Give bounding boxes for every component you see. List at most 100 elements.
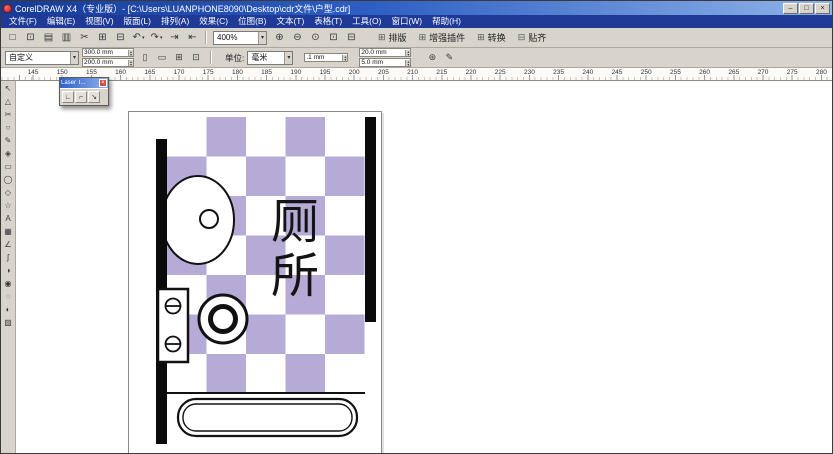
- save-icon[interactable]: ▤: [40, 30, 57, 46]
- chevron-down-icon[interactable]: ▾: [284, 52, 292, 64]
- chevron-down-icon[interactable]: ▾: [160, 35, 163, 41]
- room-label-char[interactable]: 厕: [271, 196, 319, 249]
- plugin-enhance-button[interactable]: ⊞增强插件: [414, 29, 471, 46]
- draw-settings-button[interactable]: ✎: [441, 50, 457, 66]
- select-tool-icon[interactable]: ↘: [88, 91, 100, 103]
- dimension-tool[interactable]: ∠: [2, 238, 15, 251]
- table-tool[interactable]: ▦: [2, 225, 15, 238]
- nudge-offset-field[interactable]: .1 mm ▴▾: [304, 53, 348, 62]
- landscape-button[interactable]: ▭: [154, 50, 170, 66]
- floating-toolbar[interactable]: Laser T... × ∟⌐↘: [59, 77, 109, 106]
- duplicate-y-field[interactable]: 5.0 mm ▴▾: [359, 58, 411, 67]
- duplicate-y-value: 5.0 mm: [361, 59, 383, 66]
- eyedropper-tool[interactable]: ◉: [2, 277, 15, 290]
- plugin-convert-button[interactable]: ⊞转换: [472, 29, 511, 46]
- polygon-tool[interactable]: ◇: [2, 186, 15, 199]
- menu-item[interactable]: 表格(T): [309, 15, 347, 28]
- shape-tool[interactable]: △: [2, 95, 15, 108]
- menu-item[interactable]: 位图(B): [233, 15, 271, 28]
- menu-item[interactable]: 窗口(W): [386, 15, 427, 28]
- current-page-button[interactable]: ⊡: [188, 50, 204, 66]
- toilet-valve-bottom[interactable]: [166, 337, 181, 352]
- basic-shapes-tool[interactable]: ☆: [2, 199, 15, 212]
- ellipse-tool[interactable]: ◯: [2, 173, 15, 186]
- cut-icon[interactable]: ✂: [76, 30, 93, 46]
- menu-item[interactable]: 编辑(E): [42, 15, 80, 28]
- all-pages-button[interactable]: ⊞: [171, 50, 187, 66]
- ruler-tick-label: 165: [144, 69, 155, 76]
- canvas-area[interactable]: 厕 所: [16, 81, 832, 454]
- zoom-out-icon[interactable]: ⊖: [289, 30, 306, 46]
- palette-close-button[interactable]: ×: [99, 79, 107, 87]
- propbar-extra-buttons: ⊛✎: [424, 50, 457, 66]
- menu-item[interactable]: 效果(C): [194, 15, 233, 28]
- plugin-snap-button[interactable]: ⊟贴齐: [513, 29, 552, 46]
- rectangle-tool[interactable]: ▭: [2, 160, 15, 173]
- duplicate-x-field[interactable]: 20.0 mm ▴▾: [359, 48, 411, 57]
- options-button[interactable]: ⊛: [424, 50, 440, 66]
- export-icon[interactable]: ⇤: [184, 30, 201, 46]
- import-icon[interactable]: ⇥: [166, 30, 183, 46]
- chevron-down-icon[interactable]: ▾: [258, 32, 266, 44]
- ruler-tick-label: 240: [582, 69, 593, 76]
- menu-item[interactable]: 工具(O): [347, 15, 386, 28]
- spinner[interactable]: ▴▾: [342, 55, 347, 61]
- crop-tool[interactable]: ✂: [2, 108, 15, 121]
- outline-tool[interactable]: ◌: [2, 290, 15, 303]
- spinner[interactable]: ▴▾: [405, 60, 410, 66]
- connector-tool[interactable]: ʃ: [2, 251, 15, 264]
- new-document-icon[interactable]: □: [4, 30, 21, 46]
- zoom-selected-icon[interactable]: ⊙: [307, 30, 324, 46]
- corner-tool-icon[interactable]: ∟: [62, 91, 74, 103]
- freehand-tool[interactable]: ✎: [2, 134, 15, 147]
- page-preset-combo[interactable]: 自定义 ▾: [5, 51, 79, 65]
- print-icon[interactable]: ▥: [58, 30, 75, 46]
- page-width-field[interactable]: 300.0 mm ▴▾: [82, 48, 134, 57]
- undo-icon[interactable]: ↶▾: [130, 30, 147, 46]
- redo-icon[interactable]: ↷▾: [148, 30, 165, 46]
- zoom-level-combo[interactable]: 400% ▾: [213, 31, 267, 45]
- portrait-button[interactable]: ▯: [137, 50, 153, 66]
- drawing-page[interactable]: 厕 所: [128, 111, 382, 454]
- sink-shape[interactable]: [162, 176, 234, 264]
- menu-item[interactable]: 排列(A): [156, 15, 194, 28]
- plugin-layout-button[interactable]: ⊞排版: [373, 29, 412, 46]
- sink-drain[interactable]: [200, 210, 218, 228]
- zoom-tool[interactable]: ○: [2, 121, 15, 134]
- toilet-valve-top[interactable]: [166, 299, 181, 314]
- chevron-down-icon[interactable]: ▾: [142, 35, 145, 41]
- open-icon[interactable]: ⊡: [22, 30, 39, 46]
- menu-item[interactable]: 帮助(H): [427, 15, 466, 28]
- room-label-char[interactable]: 所: [271, 250, 319, 303]
- menu-item[interactable]: 文件(F): [4, 15, 42, 28]
- paste-icon[interactable]: ⊟: [112, 30, 129, 46]
- maximize-button[interactable]: □: [799, 3, 814, 14]
- blend-tool[interactable]: ◑: [2, 264, 15, 277]
- spinner[interactable]: ▴▾: [128, 50, 133, 56]
- interactive-fill-tool[interactable]: ▨: [2, 316, 15, 329]
- wall-right[interactable]: [365, 117, 376, 322]
- toilet-bowl-outer[interactable]: [199, 295, 247, 343]
- ruler-tick-label: 230: [524, 69, 535, 76]
- page-height-field[interactable]: 200.0 mm ▴▾: [82, 58, 134, 67]
- smart-fill-tool[interactable]: ◈: [2, 147, 15, 160]
- units-combo[interactable]: 毫米 ▾: [247, 51, 293, 65]
- menu-item[interactable]: 文本(T): [271, 15, 309, 28]
- copy-icon[interactable]: ⊞: [94, 30, 111, 46]
- horizontal-ruler[interactable]: 1451501551601651701751801851901952002052…: [1, 68, 832, 81]
- chamfer-tool-icon[interactable]: ⌐: [75, 91, 87, 103]
- fill-tool[interactable]: ◐: [2, 303, 15, 316]
- spinner[interactable]: ▴▾: [128, 60, 133, 66]
- close-button[interactable]: ×: [815, 3, 830, 14]
- spinner[interactable]: ▴▾: [405, 50, 410, 56]
- menu-item[interactable]: 版面(L): [119, 15, 156, 28]
- zoom-page-icon[interactable]: ⊡: [325, 30, 342, 46]
- chevron-down-icon[interactable]: ▾: [70, 52, 78, 64]
- zoom-width-icon[interactable]: ⊟: [343, 30, 360, 46]
- minimize-button[interactable]: –: [783, 3, 798, 14]
- zoom-in-icon[interactable]: ⊕: [271, 30, 288, 46]
- menu-item[interactable]: 视图(V): [80, 15, 118, 28]
- floating-toolbar-titlebar[interactable]: Laser T... ×: [60, 78, 108, 88]
- pick-tool[interactable]: ↖: [2, 82, 15, 95]
- text-tool[interactable]: A: [2, 212, 15, 225]
